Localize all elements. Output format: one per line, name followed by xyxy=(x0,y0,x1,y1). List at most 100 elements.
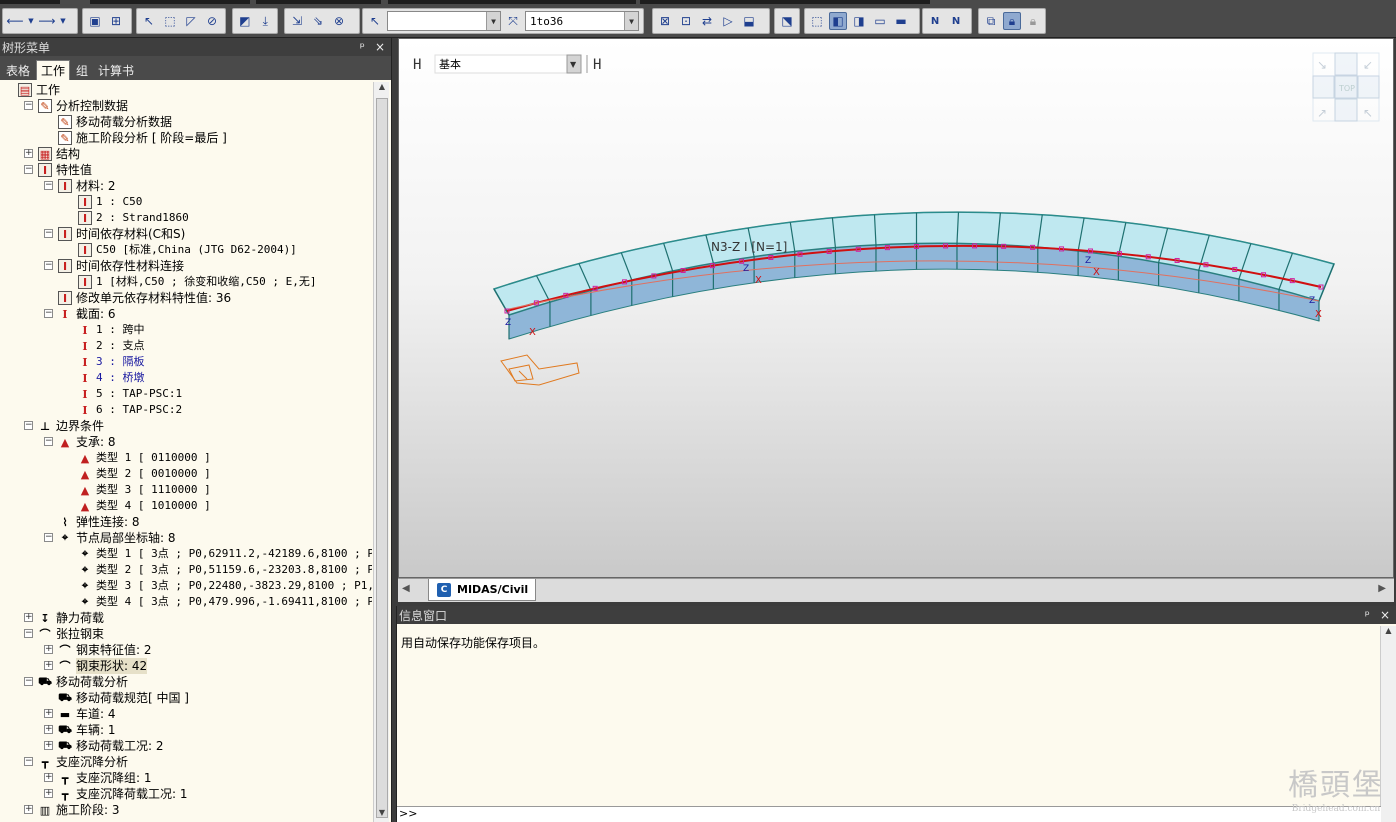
model-canvas[interactable]: H 基本 ▼ H TOP ↘ ↙ ↗ ↖ N3-Z I [N=1] X X X … xyxy=(399,39,1394,578)
chevron-down-icon[interactable]: ▼ xyxy=(486,12,500,30)
collapse-icon[interactable]: − xyxy=(44,181,53,190)
tree-item[interactable]: − I 时间依存性材料连接 xyxy=(0,258,372,274)
scroll-left-icon[interactable]: ◀ xyxy=(402,583,410,594)
undo-icon[interactable]: ⟵ xyxy=(6,12,24,30)
collapse-icon[interactable]: − xyxy=(24,629,33,638)
dropdown-icon[interactable]: ▼ xyxy=(27,12,35,30)
node-display-icon[interactable]: ⊠ xyxy=(656,12,674,30)
scroll-up-icon[interactable]: ▲ xyxy=(1381,626,1396,635)
tree-item[interactable]: + ⌒ 钢束特征值: 2 xyxy=(0,642,372,658)
node-number-icon[interactable]: N xyxy=(926,12,944,30)
copy-icon[interactable]: ⧉ xyxy=(982,12,1000,30)
tree-item[interactable]: − ⊥ 边界条件 xyxy=(0,418,372,434)
activate-icon[interactable]: ◩ xyxy=(236,12,254,30)
tree-item[interactable]: I 修改单元依存材料特性值: 36 xyxy=(0,290,372,306)
expand-icon[interactable]: + xyxy=(44,709,53,718)
tree-item[interactable]: ▤ 工作 xyxy=(0,82,372,98)
zoom-fit-icon[interactable]: ⬚ xyxy=(808,12,826,30)
tree-item[interactable]: ▲ 类型 1 [ 0110000 ] xyxy=(0,450,372,466)
tree-item[interactable]: I 3 : 隔板 xyxy=(0,354,372,370)
play-icon[interactable]: ▷ xyxy=(719,12,737,30)
record-icon[interactable]: ⬓ xyxy=(740,12,758,30)
expand-icon[interactable]: + xyxy=(24,805,33,814)
bridge-model[interactable]: N3-Z I [N=1] X X X X Z Z Z Z xyxy=(492,211,1336,340)
tree-item[interactable]: ✎ 施工阶段分析 [ 阶段=最后 ] xyxy=(0,130,372,146)
collapse-icon[interactable]: − xyxy=(44,229,53,238)
tree-item[interactable]: ⛟ 移动荷载规范[ 中国 ] xyxy=(0,690,372,706)
tree-item[interactable]: + ▦ 结构 xyxy=(0,146,372,162)
clear-icon[interactable]: ⊗ xyxy=(330,12,348,30)
collapse-icon[interactable]: − xyxy=(44,533,53,542)
close-icon[interactable]: × xyxy=(1380,608,1390,622)
model-viewport[interactable]: H 基本 ▼ H TOP ↘ ↙ ↗ ↖ N3-Z I [N=1] X X X … xyxy=(398,38,1394,578)
tree-item[interactable]: ⌖ 类型 2 [ 3点 ; P0,51159.6,-23203.8,8100 ; … xyxy=(0,562,372,578)
layer-icon[interactable]: H xyxy=(413,57,421,73)
collapse-icon[interactable]: − xyxy=(44,437,53,446)
tree-item[interactable]: + ⛟ 车辆: 1 xyxy=(0,722,372,738)
collapse-icon[interactable]: − xyxy=(24,101,33,110)
tree-item[interactable]: − ⌒ 张拉钢束 xyxy=(0,626,372,642)
cube-back[interactable] xyxy=(1334,52,1358,76)
monitor-icon[interactable]: ▭ xyxy=(871,12,889,30)
cube-front[interactable] xyxy=(1334,98,1358,122)
hidden-line-icon[interactable]: ◧ xyxy=(829,12,847,30)
tree-item[interactable]: + ↧ 静力荷载 xyxy=(0,610,372,626)
lock-icon[interactable]: 🔒︎ xyxy=(1003,12,1021,30)
tab-1[interactable]: 工作 xyxy=(36,60,71,80)
dropdown-icon[interactable]: ▼ xyxy=(59,12,67,30)
tree-item[interactable]: I C50 [标准,China (JTG D62-2004)] xyxy=(0,242,372,258)
collapse-icon[interactable]: − xyxy=(24,757,33,766)
expand-icon[interactable]: + xyxy=(24,613,33,622)
tree-item[interactable]: + ⌒ 钢束形状: 42 xyxy=(0,658,372,674)
scroll-down-icon[interactable]: ▼ xyxy=(374,808,390,822)
tree-item[interactable]: − ┳ 支座沉降分析 xyxy=(0,754,372,770)
tree-item[interactable]: − I 时间依存材料(C和S) xyxy=(0,226,372,242)
polygon-select-icon[interactable]: ◸ xyxy=(182,12,200,30)
tree-item[interactable]: + ▬ 车道: 4 xyxy=(0,706,372,722)
tree-item[interactable]: ⌖ 类型 3 [ 3点 ; P0,22480,-3823.29,8100 ; P1… xyxy=(0,578,372,594)
pick-icon[interactable]: ↖ xyxy=(366,12,384,30)
arrow-icon[interactable]: ↖ xyxy=(1363,106,1373,120)
tree-item[interactable]: I 4 : 桥墩 xyxy=(0,370,372,386)
expand-icon[interactable]: + xyxy=(44,725,53,734)
tree-item[interactable]: I 1 [材料,C50 ; 徐变和收缩,C50 ; E,无] xyxy=(0,274,372,290)
edit-view-icon[interactable]: ⬔ xyxy=(778,12,796,30)
tree-item[interactable]: + ▥ 施工阶段: 3 xyxy=(0,802,372,818)
pin-icon[interactable]: ᵖ xyxy=(360,40,365,54)
command-input[interactable]: >> xyxy=(397,806,1381,822)
tree-icon[interactable]: ⊞ xyxy=(107,12,125,30)
scroll-thumb[interactable] xyxy=(376,98,388,818)
tree-item[interactable]: − I 截面: 6 xyxy=(0,306,372,322)
tab-2[interactable]: 组 xyxy=(72,60,92,80)
tab-0[interactable]: 表格 xyxy=(2,60,34,80)
arrow-icon[interactable]: ↙ xyxy=(1363,58,1373,72)
collapse-icon[interactable]: − xyxy=(44,309,53,318)
tree-item[interactable]: − ⌖ 节点局部坐标轴: 8 xyxy=(0,530,372,546)
cube-right[interactable] xyxy=(1357,75,1380,99)
element-number-icon[interactable]: N xyxy=(947,12,965,30)
expand-icon[interactable]: + xyxy=(44,789,53,798)
select-icon[interactable]: ↖ xyxy=(140,12,158,30)
layer-settings-icon[interactable]: H xyxy=(593,57,601,73)
cube-left[interactable] xyxy=(1312,75,1335,99)
tab-3[interactable]: 计算书 xyxy=(94,60,138,80)
tree-item[interactable]: ✎ 移动荷载分析数据 xyxy=(0,114,372,130)
collapse-icon[interactable]: − xyxy=(24,421,33,430)
tree-item[interactable]: + ⛟ 移动荷载工况: 2 xyxy=(0,738,372,754)
expand-icon[interactable]: + xyxy=(44,741,53,750)
swap-icon[interactable]: ⇄ xyxy=(698,12,716,30)
expand-icon[interactable]: + xyxy=(44,773,53,782)
tree-item[interactable]: I 6 : TAP-PSC:2 xyxy=(0,402,372,418)
tree-item[interactable]: − I 材料: 2 xyxy=(0,178,372,194)
collapse-icon[interactable]: − xyxy=(24,677,33,686)
tab-midas-civil[interactable]: C MIDAS/Civil xyxy=(428,579,536,601)
tree-item[interactable]: I 1 : C50 xyxy=(0,194,372,210)
chevron-down-icon[interactable]: ▼ xyxy=(624,12,638,30)
collapse-icon[interactable]: − xyxy=(44,261,53,270)
tree-item[interactable]: ⌇ 弹性连接: 8 xyxy=(0,514,372,530)
node-select-icon[interactable]: ⇲ xyxy=(288,12,306,30)
shade-icon[interactable]: ◨ xyxy=(850,12,868,30)
tree-item[interactable]: I 2 : 支点 xyxy=(0,338,372,354)
tree-item[interactable]: + ┳ 支座沉降荷载工况: 1 xyxy=(0,786,372,802)
tree-item[interactable]: − ✎ 分析控制数据 xyxy=(0,98,372,114)
